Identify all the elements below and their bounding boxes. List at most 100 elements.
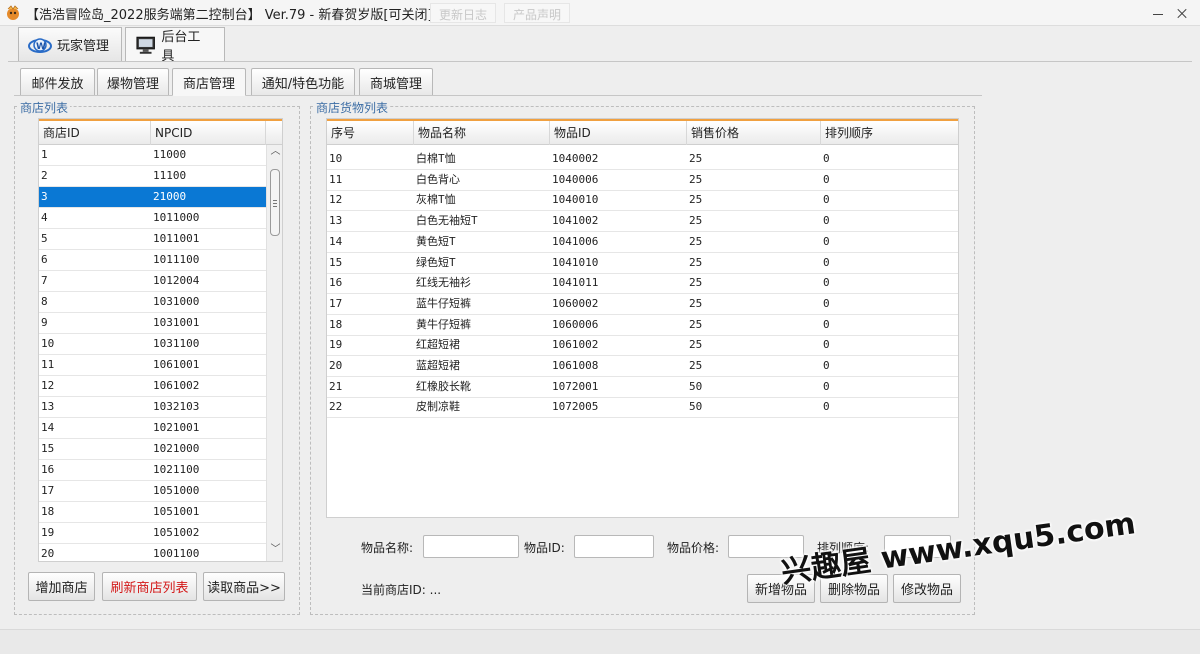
- price-cell: 25: [689, 359, 703, 372]
- tab-mail[interactable]: 邮件发放: [20, 68, 95, 96]
- shop-table-row[interactable]: 6 1011100: [39, 250, 266, 271]
- shop-table-row[interactable]: 19 1051002: [39, 523, 266, 544]
- shop-id-cell: 15: [41, 442, 55, 455]
- tab-backend-tools[interactable]: 后台工具: [125, 27, 225, 64]
- tab-drops[interactable]: 爆物管理: [97, 68, 169, 96]
- goods-table-row[interactable]: 14 黄色短T 1041006 25 0: [327, 232, 958, 253]
- shop-table-row[interactable]: 15 1021000: [39, 439, 266, 460]
- order-cell: 0: [823, 193, 830, 207]
- goods-table-row[interactable]: 20 蓝超短裙 1061008 25 0: [327, 356, 958, 377]
- order-cell: 0: [823, 276, 830, 290]
- order-cell: 0: [823, 172, 830, 186]
- shop-table-row[interactable]: 17 1051000: [39, 481, 266, 502]
- column-header-item-id[interactable]: 物品ID: [550, 121, 687, 145]
- index-cell: 14: [329, 234, 343, 248]
- column-header-item-name[interactable]: 物品名称: [414, 121, 550, 145]
- npc-id-cell: 1061001: [153, 358, 200, 371]
- goods-table-row[interactable]: 22 皮制凉鞋 1072005 50 0: [327, 397, 958, 419]
- tab-shop[interactable]: 商店管理: [172, 68, 246, 96]
- shop-id-cell: 4: [41, 211, 48, 224]
- goods-table-row[interactable]: 17 蓝牛仔短裤 1060002 25 0: [327, 294, 958, 315]
- column-header-price[interactable]: 销售价格: [687, 121, 821, 145]
- npc-id-cell: 1031001: [153, 316, 200, 329]
- add-shop-button[interactable]: 增加商店: [28, 572, 95, 601]
- product-notice-tab[interactable]: 产品声明: [504, 3, 571, 23]
- item-name-cell: 皮制凉鞋: [416, 400, 460, 414]
- shop-table-row[interactable]: 4 1011000: [39, 208, 266, 229]
- npc-id-cell: 1031100: [153, 337, 200, 350]
- goods-table-row[interactable]: 19 红超短裙 1061002 25 0: [327, 335, 958, 357]
- column-header-index[interactable]: 序号: [327, 121, 414, 145]
- item-id-input[interactable]: [574, 535, 654, 558]
- item-name-input[interactable]: [423, 535, 519, 558]
- order-cell: 0: [823, 400, 830, 414]
- item-id-cell: 1041011: [552, 276, 599, 290]
- shop-table-row[interactable]: 2 11100: [39, 166, 266, 187]
- shop-table-row[interactable]: 11 1061001: [39, 355, 266, 376]
- price-cell: 25: [689, 317, 703, 331]
- shop-table-row[interactable]: 12 1061002: [39, 376, 266, 397]
- item-id-cell: 1041006: [552, 234, 599, 248]
- shop-table-row[interactable]: 18 1051001: [39, 502, 266, 523]
- tab-notice-features[interactable]: 通知/特色功能: [251, 68, 355, 96]
- scroll-thumb[interactable]: [270, 169, 280, 236]
- close-button[interactable]: [1172, 3, 1192, 23]
- price-cell: 25: [689, 152, 703, 165]
- shop-table-row[interactable]: 16 1021100: [39, 460, 266, 481]
- npc-id-cell: 1021100: [153, 463, 200, 476]
- npc-id-cell: 1011000: [153, 211, 200, 224]
- price-cell: 25: [689, 234, 703, 248]
- goods-table-row[interactable]: 11 白色背心 1040006 25 0: [327, 170, 958, 191]
- scroll-down-icon[interactable]: ﹀: [267, 543, 282, 557]
- goods-table-row[interactable]: 13 白色无袖短T 1041002 25 0: [327, 211, 958, 233]
- npc-id-cell: 1031000: [153, 295, 200, 308]
- shop-table-row[interactable]: 10 1031100: [39, 334, 266, 355]
- refresh-shop-list-button[interactable]: 刷新商店列表: [102, 572, 197, 601]
- shop-id-cell: 1: [41, 148, 48, 161]
- item-id-cell: 1061002: [552, 338, 599, 352]
- shop-table-row[interactable]: 13 1032103: [39, 397, 266, 418]
- shop-table-row[interactable]: 8 1031000: [39, 292, 266, 313]
- monitor-icon: [136, 36, 155, 54]
- item-name-cell: 白色背心: [416, 172, 460, 186]
- npc-id-cell: 1012004: [153, 274, 200, 287]
- price-cell: 25: [689, 214, 703, 228]
- index-cell: 16: [329, 276, 343, 290]
- goods-table-row[interactable]: 16 红线无袖衫 1041011 25 0: [327, 273, 958, 295]
- column-header-order[interactable]: 排列顺序: [821, 121, 958, 145]
- order-cell: 0: [823, 317, 830, 331]
- item-name-cell: 红超短裙: [416, 338, 460, 352]
- shop-id-cell: 11: [41, 358, 55, 371]
- changelog-tab[interactable]: 更新日志: [430, 3, 497, 23]
- column-header-npc-id[interactable]: NPCID: [151, 121, 266, 145]
- shop-table-scrollbar[interactable]: ︿ ﹀: [266, 145, 282, 561]
- shop-table-row[interactable]: 20 1001100: [39, 544, 266, 561]
- goods-table-row[interactable]: 10 白棉T恤 1040002 25 0: [327, 149, 958, 170]
- item-price-label: 物品价格:: [667, 541, 720, 555]
- item-id-cell: 1041010: [552, 255, 599, 269]
- shop-table-row[interactable]: 9 1031001: [39, 313, 266, 334]
- scroll-up-icon[interactable]: ︿: [267, 145, 282, 159]
- shop-id-cell: 19: [41, 526, 55, 539]
- item-id-cell: 1072005: [552, 400, 599, 414]
- tab-player-management[interactable]: W 玩家管理: [18, 27, 122, 62]
- tab-mall[interactable]: 商城管理: [359, 68, 433, 96]
- column-header-shop-id[interactable]: 商店ID: [39, 121, 151, 145]
- shop-table-row[interactable]: 7 1012004: [39, 271, 266, 292]
- goods-table-row[interactable]: 15 绿色短T 1041010 25 0: [327, 253, 958, 274]
- shop-table-row[interactable]: 1 11000: [39, 145, 266, 166]
- npc-id-cell: 1021000: [153, 442, 200, 455]
- read-goods-button[interactable]: 读取商品>>: [203, 572, 285, 601]
- shop-table-row[interactable]: 3 21000: [39, 187, 266, 208]
- minimize-button[interactable]: [1148, 3, 1168, 23]
- npc-id-cell: 1051001: [153, 505, 200, 518]
- shop-table-row[interactable]: 5 1011001: [39, 229, 266, 250]
- goods-table-row[interactable]: 18 黄牛仔短裤 1060006 25 0: [327, 315, 958, 336]
- shop-id-cell: 16: [41, 463, 55, 476]
- goods-table-row[interactable]: 21 红橡胶长靴 1072001 50 0: [327, 377, 958, 398]
- goods-table-row[interactable]: 12 灰棉T恤 1040010 25 0: [327, 190, 958, 212]
- shop-id-cell: 9: [41, 316, 48, 329]
- modify-item-button[interactable]: 修改物品: [893, 574, 961, 603]
- shop-table-row[interactable]: 14 1021001: [39, 418, 266, 439]
- shop-list-title: 商店列表: [18, 99, 71, 116]
